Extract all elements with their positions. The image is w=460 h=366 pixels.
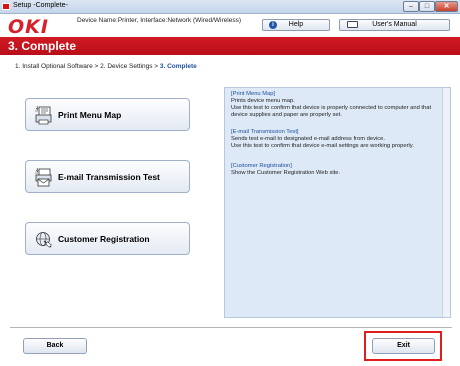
help-button[interactable]: i Help (262, 19, 330, 31)
oki-app-icon (2, 3, 10, 10)
window-title: Setup -Complete- (13, 2, 68, 9)
close-button[interactable]: ✕ (435, 1, 458, 12)
description-panel: [Print Menu Map] Prints device menu map.… (224, 87, 451, 318)
breadcrumb-steps: 1. Install Optional Software > 2. Device… (15, 63, 160, 70)
step-banner: 3. Complete (0, 37, 460, 55)
users-manual-button[interactable]: User's Manual (339, 19, 450, 31)
breadcrumb-current: 3. Complete (159, 63, 197, 70)
app-header: OKI Device Name:Printer, Interface:Netwo… (0, 14, 460, 38)
breadcrumb: 1. Install Optional Software > 2. Device… (15, 63, 197, 70)
print-menu-map-label: Print Menu Map (58, 110, 122, 120)
print-menu-map-button[interactable]: Print Menu Map (25, 98, 190, 131)
printer-email-icon (35, 168, 52, 187)
maximize-button[interactable]: □ (419, 1, 435, 12)
window-titlebar: Setup -Complete- – □ ✕ (0, 0, 460, 14)
info-scrollbar[interactable] (442, 88, 450, 317)
info-text: Use this test to confirm that device e-m… (231, 143, 414, 149)
device-name-text: Device Name:Printer, Interface:Network (… (77, 17, 241, 24)
info-heading: [Customer Registration] (231, 163, 292, 169)
customer-registration-button[interactable]: Customer Registration (25, 222, 190, 255)
back-button[interactable]: Back (23, 338, 87, 354)
help-label: Help (288, 21, 304, 28)
action-menu: Print Menu Map E-mail Transmission Test … (15, 84, 211, 320)
footer-divider (10, 327, 452, 328)
info-text: Sends test e-mail to designated e-mail a… (231, 136, 386, 142)
info-text: Prints device menu map. (231, 98, 295, 104)
users-manual-label: User's Manual (372, 21, 417, 28)
page-title: 3. Complete (8, 39, 77, 53)
printer-menu-map-icon (35, 106, 52, 125)
info-text: Use this test to confirm that device is … (231, 105, 432, 118)
info-section-customer-registration: [Customer Registration] Show the Custome… (231, 163, 439, 177)
customer-registration-label: Customer Registration (58, 234, 150, 244)
info-section-email-test: [E-mail Transmission Test] Sends test e-… (231, 129, 439, 150)
info-section-print-menu-map: [Print Menu Map] Prints device menu map.… (231, 91, 439, 119)
info-heading: [Print Menu Map] (231, 91, 276, 97)
info-heading: [E-mail Transmission Test] (231, 129, 299, 135)
email-transmission-test-button[interactable]: E-mail Transmission Test (25, 160, 190, 193)
minimize-button[interactable]: – (403, 1, 419, 12)
globe-registration-icon (36, 232, 52, 248)
exit-button[interactable]: Exit (372, 338, 435, 354)
email-transmission-test-label: E-mail Transmission Test (58, 172, 160, 182)
oki-logo: OKI (8, 16, 49, 38)
info-text: Show the Customer Registration Web site. (231, 170, 341, 176)
